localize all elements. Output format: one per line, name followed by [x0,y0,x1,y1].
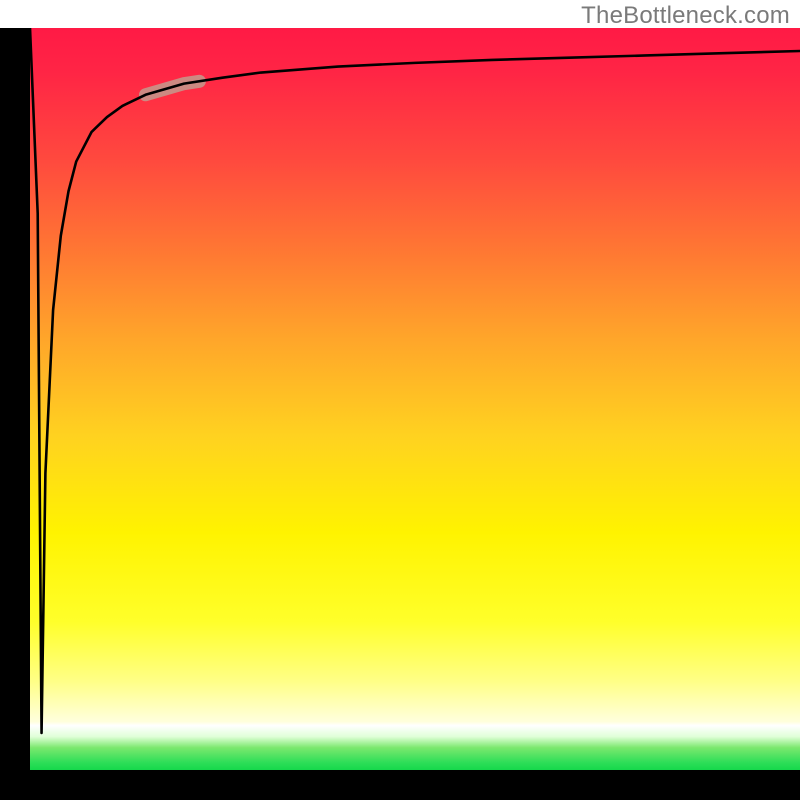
y-axis [0,28,30,770]
watermark-text: TheBottleneck.com [581,2,790,30]
plot-gradient-background [30,28,800,770]
chart-container: TheBottleneck.com [0,0,800,800]
x-axis [0,770,800,800]
